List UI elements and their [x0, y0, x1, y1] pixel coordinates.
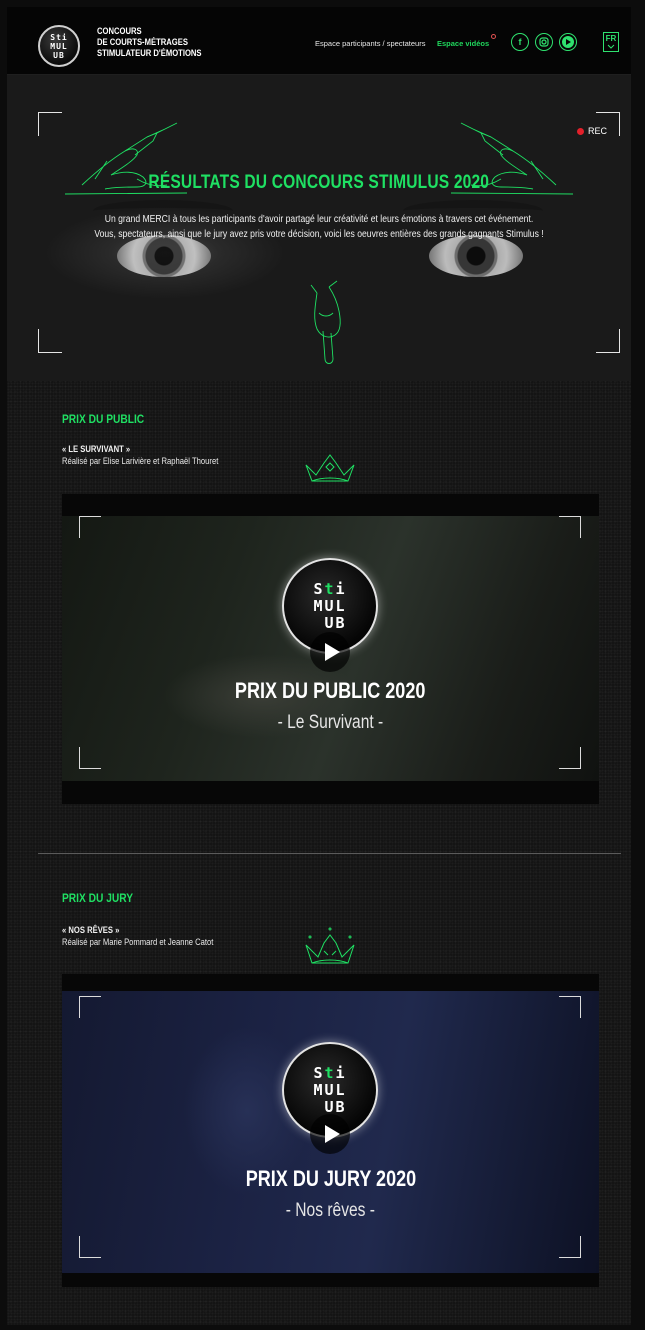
- language-selector[interactable]: FR: [603, 32, 619, 52]
- brand-line-1: CONCOURS: [97, 26, 142, 36]
- frame-corner: [79, 1236, 101, 1258]
- youtube-icon[interactable]: [559, 33, 577, 51]
- notification-dot-icon: [491, 34, 497, 39]
- section-heading-public-prize: PRIX DU PUBLIC: [62, 412, 159, 426]
- brand-line-3: STIMULATEUR D'ÉMOTIONS: [97, 48, 202, 58]
- frame-corner: [559, 747, 581, 769]
- hero-banner: REC RÉSULTATS DU CONCOURS STIMULUS 2020 …: [7, 75, 631, 381]
- video-logo-line-3: UB: [313, 1097, 347, 1116]
- video-logo-line-1: Sti: [313, 579, 347, 598]
- rec-indicator: REC: [577, 126, 607, 136]
- section-divider: [38, 853, 621, 854]
- video-logo-line-2: MUL: [313, 1080, 347, 1099]
- rec-label: REC: [588, 126, 608, 136]
- video-logo-line-1: Sti: [313, 1063, 347, 1082]
- play-icon[interactable]: [310, 632, 350, 672]
- stimulus-logo[interactable]: Sti MUL UB: [38, 25, 80, 67]
- film-credit-text: Réalisé par Elise Larivière et Raphaël T…: [62, 456, 219, 466]
- hero-description-line-2: Vous, spectateurs, ainsi que le jury ave…: [94, 229, 544, 240]
- logo-line-2: MUL: [50, 41, 68, 51]
- video-subtitle-text: - Nos rêves -: [285, 1200, 376, 1221]
- frame-corner: [559, 1236, 581, 1258]
- video-player-jury-prize[interactable]: Sti MUL UB PRIX DU JURY 2020 - Nos rêves…: [62, 974, 599, 1287]
- frame-corner: [559, 996, 581, 1018]
- frame-corner: [559, 516, 581, 538]
- frame-corner: [79, 996, 101, 1018]
- video-logo-line-3: UB: [313, 613, 347, 632]
- video-subtitle: - Le Survivant -: [62, 712, 599, 734]
- page-frame: Sti MUL UB CONCOURS DE COURTS-MÉTRAGES S…: [7, 7, 631, 1325]
- section-heading-jury-prize: PRIX DU JURY: [62, 891, 146, 905]
- film-credit-text: Réalisé par Marie Pommard et Jeanne Cato…: [62, 937, 214, 947]
- frame-corner: [79, 747, 101, 769]
- film-credit: Réalisé par Elise Larivière et Raphaël T…: [62, 456, 246, 466]
- crown-icon: [305, 454, 355, 482]
- language-label: FR: [605, 34, 617, 43]
- hero-title: RÉSULTATS DU CONCOURS STIMULUS 2020: [7, 172, 631, 194]
- logo-line-3: UB: [53, 50, 65, 60]
- section-heading-text: PRIX DU PUBLIC: [62, 412, 145, 426]
- film-title: « LE SURVIVANT »: [62, 444, 142, 454]
- hero-description-line-1: Un grand MERCI à tous les participants d…: [104, 214, 534, 225]
- film-title-text: « LE SURVIVANT »: [62, 444, 131, 454]
- instagram-icon[interactable]: [535, 33, 553, 51]
- video-title: PRIX DU JURY 2020: [62, 1166, 599, 1192]
- video-title-text: PRIX DU JURY 2020: [245, 1166, 416, 1191]
- video-title-text: PRIX DU PUBLIC 2020: [235, 678, 426, 703]
- crown-icon: [305, 927, 355, 964]
- brand-line-2: DE COURTS-MÉTRAGES: [97, 37, 188, 47]
- video-player-public-prize[interactable]: Sti MUL UB PRIX DU PUBLIC 2020 - Le Surv…: [62, 494, 599, 804]
- hero-title-text: RÉSULTATS DU CONCOURS STIMULUS 2020: [148, 172, 490, 193]
- chevron-down-icon: [607, 44, 615, 49]
- hero-description: Un grand MERCI à tous les participants d…: [39, 212, 599, 242]
- video-title: PRIX DU PUBLIC 2020: [62, 678, 599, 704]
- film-title-text: « NOS RÊVES »: [62, 925, 120, 935]
- film-title: « NOS RÊVES »: [62, 925, 130, 935]
- play-icon[interactable]: [310, 1114, 350, 1154]
- pointing-hand-illustration: [310, 280, 341, 364]
- brand-name[interactable]: CONCOURS DE COURTS-MÉTRAGES STIMULATEUR …: [97, 26, 220, 59]
- frame-corner: [38, 329, 62, 353]
- frame-corner: [79, 516, 101, 538]
- film-credit: Réalisé par Marie Pommard et Jeanne Cato…: [62, 937, 240, 947]
- video-subtitle-text: - Le Survivant -: [277, 712, 384, 733]
- frame-corner: [596, 329, 620, 353]
- nav-link-videos-label: Espace vidéos: [437, 39, 490, 48]
- facebook-icon[interactable]: f: [511, 33, 529, 51]
- frame-corner: [38, 112, 62, 136]
- logo-line-1: Sti: [50, 32, 68, 42]
- video-subtitle: - Nos rêves -: [62, 1200, 599, 1222]
- video-logo-line-2: MUL: [313, 596, 347, 615]
- site-header: Sti MUL UB CONCOURS DE COURTS-MÉTRAGES S…: [7, 7, 631, 75]
- nav-link-participants[interactable]: Espace participants / spectateurs: [315, 39, 425, 48]
- nav-link-videos[interactable]: Espace vidéos: [437, 34, 497, 48]
- rec-dot-icon: [577, 127, 584, 135]
- section-heading-text: PRIX DU JURY: [62, 891, 134, 905]
